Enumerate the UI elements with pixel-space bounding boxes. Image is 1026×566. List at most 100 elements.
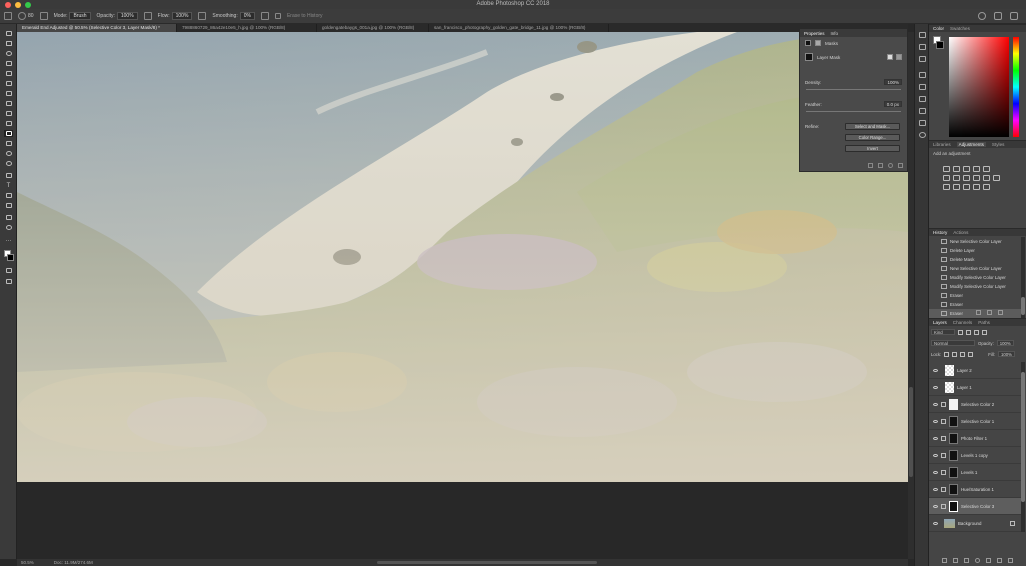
blur-tool-icon[interactable] <box>4 150 13 157</box>
brightness-contrast-icon[interactable] <box>943 166 950 172</box>
tab-libraries[interactable]: Libraries <box>933 142 951 147</box>
layers-scroll-thumb[interactable] <box>1021 372 1025 502</box>
exposure-icon[interactable] <box>973 166 980 172</box>
quick-select-tool-icon[interactable] <box>4 60 13 67</box>
quick-mask-icon[interactable] <box>4 267 13 274</box>
eye-icon[interactable] <box>933 487 938 491</box>
invert-icon[interactable] <box>943 184 950 190</box>
selective-color-icon[interactable] <box>983 184 990 190</box>
marquee-tool-icon[interactable] <box>4 40 13 47</box>
new-adjustment-icon[interactable] <box>975 557 980 563</box>
fill-field[interactable]: 100% <box>997 351 1015 357</box>
eye-icon[interactable] <box>933 436 938 440</box>
camera-icon[interactable] <box>986 309 992 315</box>
filter-adjustment-icon[interactable] <box>966 329 971 335</box>
tab-actions[interactable]: Actions <box>953 230 968 235</box>
layer-row-selected[interactable]: Selective Color 3 <box>929 498 1021 515</box>
erase-history-checkbox[interactable] <box>274 13 281 19</box>
lock-position-icon[interactable] <box>952 351 958 357</box>
history-item[interactable]: Delete Mask <box>929 255 1021 264</box>
density-slider[interactable] <box>806 89 901 90</box>
history-panel-icon[interactable] <box>919 32 926 38</box>
eyedropper-tool-icon[interactable] <box>4 80 13 87</box>
add-pixel-mask-icon[interactable] <box>887 54 893 60</box>
opacity-field[interactable]: 100% <box>116 12 138 20</box>
brush-panel-icon[interactable] <box>919 72 926 78</box>
pen-tool-icon[interactable] <box>4 172 13 179</box>
document-size[interactable]: Doc: 11.9M/274.6M <box>54 559 93 566</box>
layer-opacity-field[interactable]: 100% <box>996 340 1014 346</box>
select-and-mask-button[interactable]: Select and Mask... <box>845 123 900 130</box>
eye-icon[interactable] <box>933 504 938 508</box>
layer-row[interactable]: Levels 1 copy <box>929 447 1021 464</box>
clone-source-icon[interactable] <box>919 84 926 90</box>
history-scrollbar[interactable] <box>1021 237 1025 318</box>
color-lookup-icon[interactable] <box>993 175 1000 181</box>
new-group-icon[interactable] <box>986 557 991 563</box>
color-range-button[interactable]: Color Range... <box>845 134 900 141</box>
eraser-tool-icon[interactable] <box>4 130 13 137</box>
new-layer-icon[interactable] <box>997 557 1002 563</box>
glyphs-panel-icon[interactable] <box>919 120 926 126</box>
filter-type-icon[interactable] <box>974 329 979 335</box>
paragraph-panel-icon[interactable] <box>919 108 926 114</box>
tab-history[interactable]: History <box>933 230 947 235</box>
layer-row[interactable]: Layer 1 <box>929 379 1021 396</box>
pressure-opacity-icon[interactable] <box>143 12 152 20</box>
filter-shape-icon[interactable] <box>982 329 987 335</box>
history-item[interactable]: Modify Selective Color Layer <box>929 273 1021 282</box>
brush-size-picker[interactable]: 80 <box>18 12 34 20</box>
flow-field[interactable]: 100% <box>171 12 193 20</box>
lasso-tool-icon[interactable] <box>4 50 13 57</box>
hue-slider[interactable] <box>1013 37 1019 137</box>
layer-row[interactable]: Hue/Saturation 1 <box>929 481 1021 498</box>
smoothing-field[interactable]: 0% <box>239 12 255 20</box>
levels-icon[interactable] <box>953 166 960 172</box>
kind-filter-select[interactable]: Kind <box>931 329 955 335</box>
tab-color[interactable]: Color <box>933 26 944 31</box>
layer-row[interactable]: Selective Color 1 <box>929 413 1021 430</box>
color-picker-field[interactable] <box>949 37 1009 137</box>
eye-icon[interactable] <box>933 368 938 372</box>
tab-emerald-end[interactable]: Emerald End Adjusted @ 50.5% (Selective … <box>17 24 177 32</box>
eye-icon[interactable] <box>933 521 938 525</box>
vector-mask-icon[interactable] <box>815 40 821 46</box>
color-balance-icon[interactable] <box>953 175 960 181</box>
photo-filter-icon[interactable] <box>973 175 980 181</box>
tab-adjustments[interactable]: Adjustments <box>956 142 986 147</box>
add-vector-mask-icon[interactable] <box>896 54 902 60</box>
layers-scrollbar[interactable] <box>1021 362 1025 532</box>
airbrush-icon[interactable] <box>198 12 207 20</box>
curves-icon[interactable] <box>963 166 970 172</box>
tab-paths[interactable]: Paths <box>978 320 990 325</box>
add-mask-icon[interactable] <box>964 557 969 563</box>
brush-settings-icon[interactable] <box>39 12 48 20</box>
search-icon[interactable] <box>978 12 986 20</box>
tab-styles[interactable]: Styles <box>992 142 1005 147</box>
share-icon[interactable] <box>1010 12 1018 20</box>
layer-style-icon[interactable] <box>953 557 958 563</box>
filter-pixel-icon[interactable] <box>958 329 963 335</box>
screen-mode-icon[interactable] <box>4 278 13 285</box>
trash-icon[interactable] <box>997 309 1003 315</box>
layer-row[interactable]: Levels 1 <box>929 464 1021 481</box>
vibrance-icon[interactable] <box>983 166 990 172</box>
eye-icon[interactable] <box>933 470 938 474</box>
eye-icon[interactable] <box>933 402 938 406</box>
history-item[interactable]: New Selective Color Layer <box>929 264 1021 273</box>
clone-stamp-tool-icon[interactable] <box>4 110 13 117</box>
layer-row[interactable]: Layer 2 <box>929 362 1021 379</box>
apply-mask-icon[interactable] <box>878 163 883 168</box>
trash-icon[interactable] <box>898 163 903 168</box>
mode-select[interactable]: Brush <box>69 12 91 20</box>
tab-channels[interactable]: Channels <box>953 320 972 325</box>
channel-mixer-icon[interactable] <box>983 175 990 181</box>
path-select-tool-icon[interactable] <box>4 192 13 199</box>
visibility-icon[interactable] <box>888 163 893 168</box>
eye-icon[interactable] <box>933 453 938 457</box>
tab-layers[interactable]: Layers <box>933 320 947 325</box>
blend-mode-select[interactable]: Normal <box>931 340 975 346</box>
load-selection-icon[interactable] <box>868 163 873 168</box>
panel-background-swatch[interactable] <box>936 41 944 49</box>
info-panel-icon[interactable] <box>919 56 926 62</box>
